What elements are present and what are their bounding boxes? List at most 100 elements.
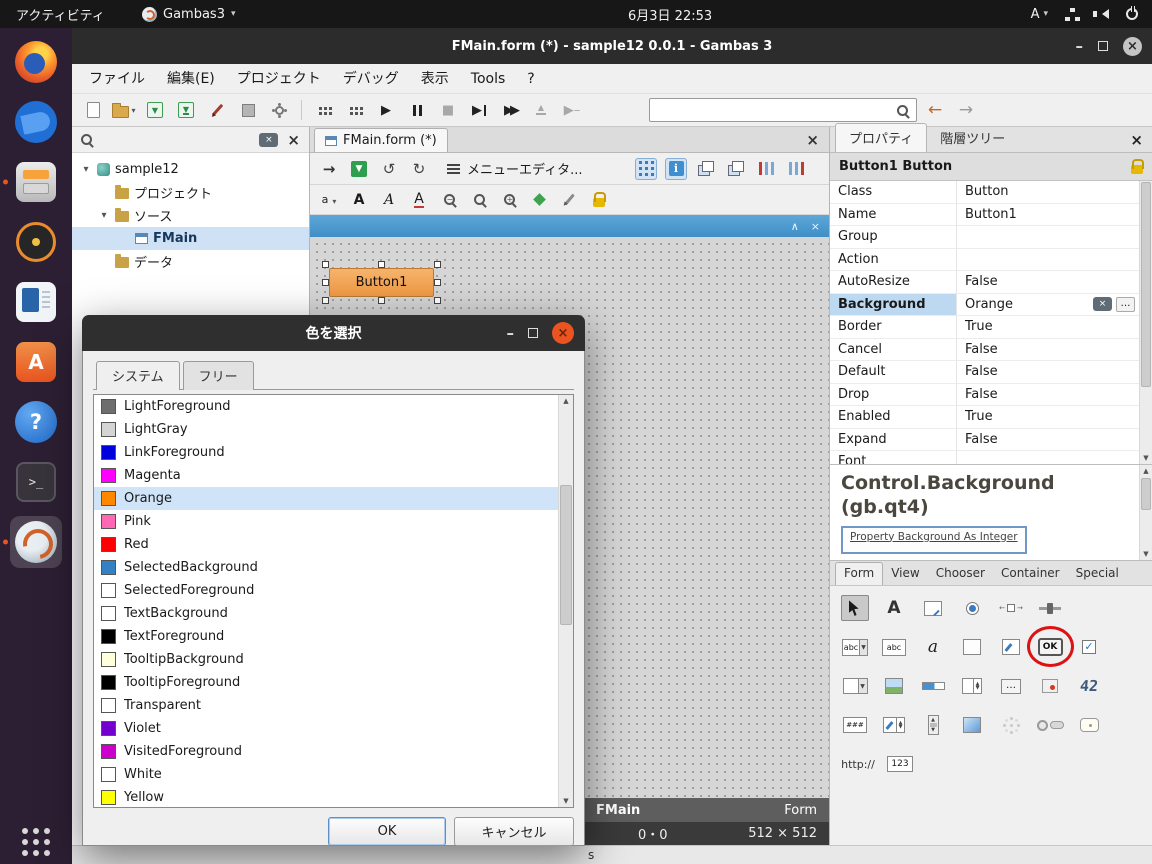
cancel-button[interactable]: キャンセル: [454, 817, 574, 846]
activities-button[interactable]: アクティビティ: [10, 5, 111, 24]
color-list-item[interactable]: LightGray: [94, 418, 558, 441]
button1-widget[interactable]: Button1: [329, 268, 434, 297]
property-value[interactable]: True: [957, 316, 1139, 338]
scrollbar-thumb[interactable]: [560, 485, 572, 625]
dock-gambas[interactable]: [0, 512, 72, 572]
save-form-button[interactable]: [348, 158, 370, 180]
property-row[interactable]: Enabled True: [830, 406, 1139, 429]
resize-handle[interactable]: [378, 261, 385, 268]
label-tool[interactable]: A: [880, 595, 908, 621]
stop-button[interactable]: [435, 97, 461, 123]
designed-form-titlebar[interactable]: [310, 215, 829, 237]
save-project-button[interactable]: [142, 97, 168, 123]
property-row[interactable]: Class Button: [830, 181, 1139, 204]
property-value[interactable]: [957, 226, 1139, 248]
property-value[interactable]: False: [957, 271, 1139, 293]
minimize-button[interactable]: [1076, 37, 1084, 55]
textarea-tool[interactable]: a: [919, 634, 947, 660]
app-menu[interactable]: Gambas3: [142, 6, 236, 22]
run-until-button[interactable]: [559, 97, 585, 123]
menu-item[interactable]: デバッグ: [332, 64, 410, 94]
dock-show-applications[interactable]: [0, 828, 72, 856]
close-tab-icon[interactable]: [806, 131, 819, 149]
resize-handle[interactable]: [378, 297, 385, 304]
switch-tool[interactable]: [1036, 712, 1064, 738]
close-button[interactable]: [552, 322, 574, 344]
zoom-in-button[interactable]: +: [498, 189, 520, 211]
scrollbar-thumb[interactable]: [1141, 182, 1151, 387]
close-panel-icon[interactable]: [1130, 131, 1143, 149]
colorchooser-tool[interactable]: [1036, 673, 1064, 699]
property-value[interactable]: [957, 249, 1139, 271]
color-list-item[interactable]: Red: [94, 533, 558, 556]
textbox-tool[interactable]: abc: [880, 634, 908, 660]
property-row[interactable]: AutoResize False: [830, 271, 1139, 294]
bold-button[interactable]: A: [348, 189, 370, 211]
combobox-edit-tool[interactable]: abc: [841, 634, 869, 660]
dock-media-player[interactable]: [0, 212, 72, 272]
color-list-item[interactable]: TooltipBackground: [94, 648, 558, 671]
property-row[interactable]: Group: [830, 226, 1139, 249]
event-button[interactable]: [528, 189, 550, 211]
radiobutton-tool[interactable]: [958, 595, 986, 621]
menu-item[interactable]: Tools: [460, 64, 517, 94]
save-all-button[interactable]: [173, 97, 199, 123]
run-button[interactable]: [373, 97, 399, 123]
zoom-out-button[interactable]: −: [438, 189, 460, 211]
edit-button[interactable]: [204, 97, 230, 123]
dock-ubuntu-software[interactable]: [0, 332, 72, 392]
code-editor-button[interactable]: [558, 189, 580, 211]
resize-handle[interactable]: [322, 297, 329, 304]
color-list-item[interactable]: SelectedBackground: [94, 556, 558, 579]
toolbox-tab[interactable]: Form: [835, 562, 884, 585]
tab-fmain-form[interactable]: FMain.form (*): [314, 128, 448, 152]
property-row[interactable]: Cancel False: [830, 338, 1139, 361]
lcdnumber-tool[interactable]: 42: [1075, 673, 1103, 699]
urllabel-tool[interactable]: http://: [841, 751, 875, 777]
finish-button[interactable]: [528, 97, 554, 123]
dock-terminal[interactable]: [0, 452, 72, 512]
button-tool[interactable]: OK: [1027, 626, 1074, 667]
tree-node[interactable]: FMain: [72, 227, 309, 250]
scroll-up-icon[interactable]: [559, 395, 573, 407]
color-list-item[interactable]: Yellow: [94, 786, 558, 807]
project-properties-button[interactable]: [266, 97, 292, 123]
property-value[interactable]: False: [957, 361, 1139, 383]
selection[interactable]: Button1: [322, 261, 441, 304]
zoom-reset-button[interactable]: [468, 189, 490, 211]
color-list-scrollbar[interactable]: [558, 395, 573, 807]
color-list-item[interactable]: LinkForeground: [94, 441, 558, 464]
property-row[interactable]: Expand False: [830, 428, 1139, 451]
align-left-button[interactable]: [755, 158, 777, 180]
clear-value-icon[interactable]: [1093, 297, 1112, 312]
forward-button[interactable]: [497, 97, 523, 123]
close-icon[interactable]: [811, 220, 820, 233]
color-list-item[interactable]: White: [94, 763, 558, 786]
textlabel-tool[interactable]: [919, 595, 947, 621]
tree-root-sample12[interactable]: sample12: [72, 158, 309, 181]
window-titlebar[interactable]: FMain.form (*) - sample12 0.0.1 - Gambas…: [72, 28, 1152, 64]
lock-icon[interactable]: [1131, 158, 1144, 174]
align-right-button[interactable]: [785, 158, 807, 180]
scroll-down-icon[interactable]: [1140, 548, 1152, 560]
tree-node[interactable]: プロジェクト: [72, 181, 309, 204]
italic-button[interactable]: A: [378, 189, 400, 211]
resize-handle[interactable]: [434, 297, 441, 304]
pause-button[interactable]: [404, 97, 430, 123]
scroll-down-icon[interactable]: [1140, 452, 1152, 464]
open-project-button[interactable]: [111, 97, 137, 123]
menu-editor-button[interactable]: メニューエディタ...: [438, 157, 592, 181]
font-select-button[interactable]: a: [318, 189, 340, 211]
nav-back-button[interactable]: [922, 97, 948, 123]
property-value[interactable]: False: [957, 339, 1139, 361]
picturebox-tool[interactable]: [880, 673, 908, 699]
toolbox-tab[interactable]: Chooser: [928, 563, 993, 585]
slider-tool[interactable]: [1036, 595, 1064, 621]
color-list-item[interactable]: LightForeground: [94, 395, 558, 418]
search-icon[interactable]: [81, 134, 92, 145]
dialog-titlebar[interactable]: 色を選択: [82, 315, 585, 351]
bring-to-front-button[interactable]: [695, 158, 717, 180]
toolbox-tab[interactable]: Special: [1068, 563, 1127, 585]
close-panel-icon[interactable]: [287, 131, 300, 149]
tree-node[interactable]: ソース: [72, 204, 309, 227]
